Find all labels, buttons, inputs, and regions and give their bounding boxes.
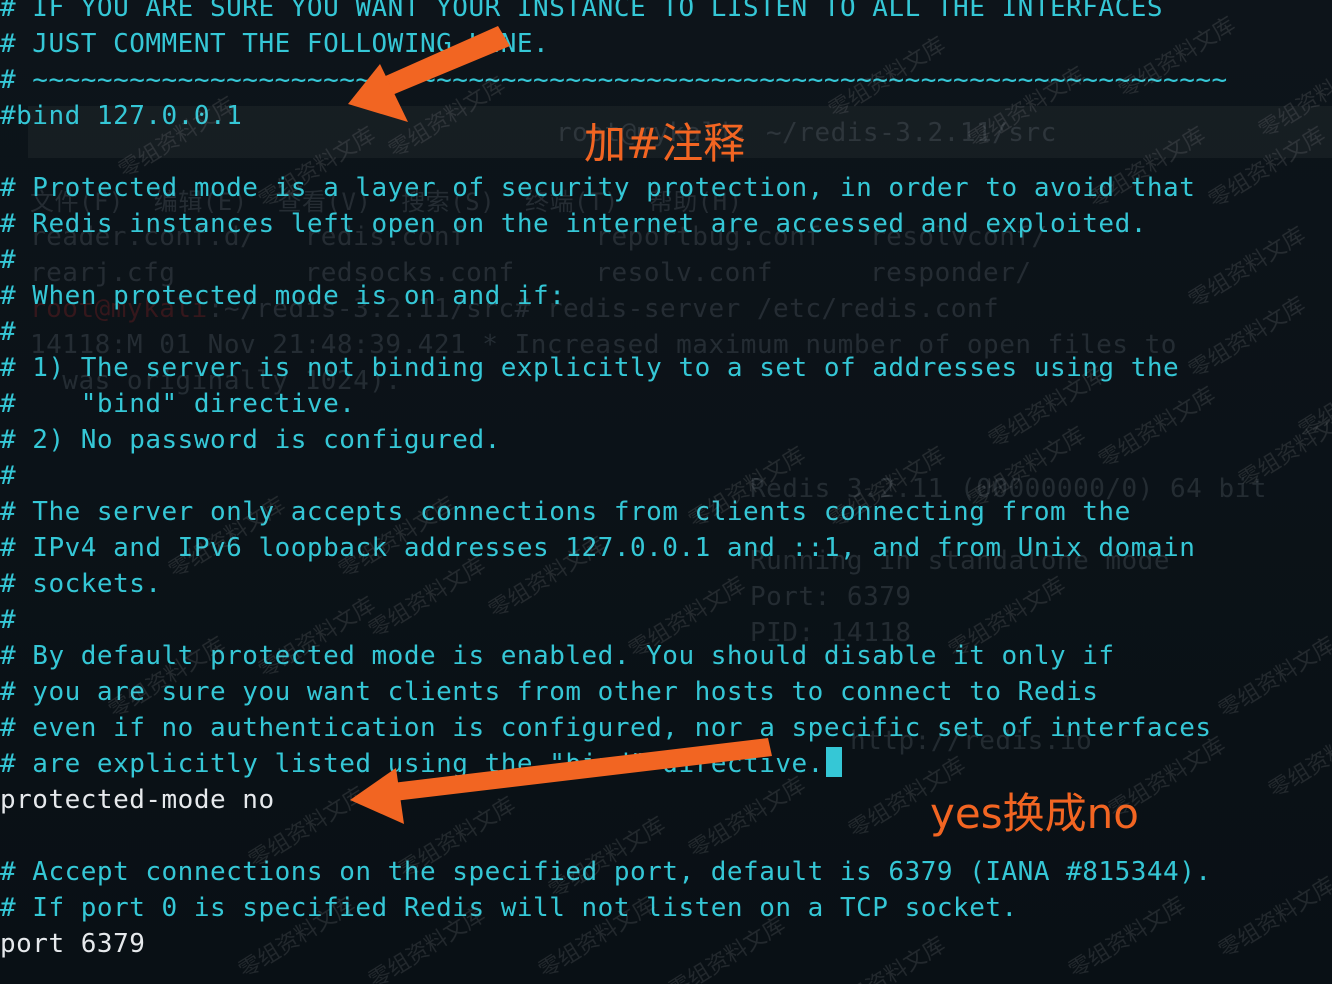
annotation-add-comment: 加#注释 (584, 119, 746, 168)
arrow-to-protected-mode-line (350, 738, 772, 824)
terminal-window[interactable]: root@mykali: ~/redis-3.2.11/src 文件(F) 编辑… (0, 0, 1332, 984)
arrow-to-bind-line (348, 26, 510, 122)
annotation-yes-to-no: yes换成no (930, 789, 1139, 838)
